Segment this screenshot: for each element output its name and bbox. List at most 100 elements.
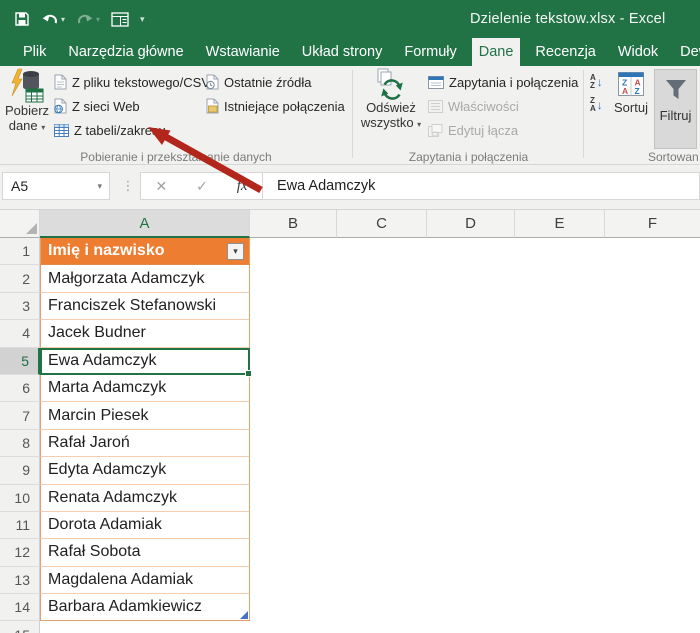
cell[interactable]: Dorota Adamiak xyxy=(40,512,250,539)
cell[interactable] xyxy=(40,621,250,633)
sort-descending-button[interactable]: ZA ↓ xyxy=(590,97,603,113)
cell[interactable]: Małgorzata Adamczyk xyxy=(40,265,250,292)
row-header[interactable]: 3 xyxy=(0,293,40,320)
save-button[interactable] xyxy=(14,11,30,27)
row-header[interactable]: 7 xyxy=(0,402,40,429)
formula-input[interactable]: Ewa Adamczyk xyxy=(263,172,700,200)
column-header-c[interactable]: C xyxy=(337,210,427,238)
name-box-caret-icon[interactable]: ▾ xyxy=(97,181,102,192)
cell[interactable]: Edyta Adamczyk xyxy=(40,457,250,484)
cell[interactable]: Jacek Budner xyxy=(40,320,250,347)
tab-uklad-strony[interactable]: Układ strony xyxy=(302,38,383,66)
form-icon xyxy=(111,12,129,27)
column-header-e[interactable]: E xyxy=(515,210,605,238)
row-header[interactable]: 14 xyxy=(0,594,40,621)
cell[interactable]: Marcin Piesek xyxy=(40,402,250,429)
group-separator xyxy=(352,70,353,158)
cell[interactable]: Rafał Jaroń xyxy=(40,430,250,457)
row-header[interactable]: 2 xyxy=(0,265,40,292)
cell-text: Ewa Adamczyk xyxy=(48,352,156,370)
formula-bar: A5 ▾ ⋮ ✕ ✓ fx Ewa Adamczyk xyxy=(0,165,700,210)
get-data-button[interactable]: Pobierz dane ▾ xyxy=(2,68,52,135)
funnel-icon xyxy=(663,78,689,102)
existing-connections-label: Istniejące połączenia xyxy=(224,99,345,114)
sort-button[interactable]: Z A A Z Sortuj xyxy=(610,72,652,115)
row-header[interactable]: 15 xyxy=(0,621,40,633)
cell[interactable]: Franciszek Stefanowski xyxy=(40,293,250,320)
row-header[interactable]: 9 xyxy=(0,457,40,484)
enter-icon[interactable]: ✓ xyxy=(196,178,208,195)
tab-dane[interactable]: Dane xyxy=(472,38,521,66)
active-cell[interactable]: Ewa Adamczyk xyxy=(40,348,250,375)
fill-handle[interactable] xyxy=(245,370,252,377)
cell[interactable]: Magdalena Adamiak xyxy=(40,567,250,594)
name-box[interactable]: A5 ▾ xyxy=(2,172,110,200)
undo-caret-icon[interactable]: ▾ xyxy=(61,15,65,24)
row-header[interactable]: 5 xyxy=(0,348,40,375)
form-view-button[interactable] xyxy=(111,12,129,27)
tab-wstawianie[interactable]: Wstawianie xyxy=(206,38,280,66)
tab-widok[interactable]: Widok xyxy=(618,38,658,66)
customize-qat-icon[interactable]: ▾ xyxy=(140,14,145,25)
queries-connections-button[interactable]: Zapytania i połączenia xyxy=(428,70,578,94)
name-box-value: A5 xyxy=(11,178,28,194)
column-header-b[interactable]: B xyxy=(250,210,337,238)
tab-formuly[interactable]: Formuły xyxy=(404,38,456,66)
column-header-a[interactable]: A xyxy=(40,210,250,238)
column-header-d[interactable]: D xyxy=(427,210,515,238)
existing-connections-icon xyxy=(206,98,219,114)
tab-plik[interactable]: Plik xyxy=(23,38,46,66)
cancel-icon[interactable]: ✕ xyxy=(155,178,167,195)
filter-button[interactable]: Filtruj xyxy=(654,69,697,149)
table-resize-handle[interactable] xyxy=(240,611,248,619)
recent-sources-icon xyxy=(206,74,219,90)
insert-function-icon[interactable]: fx xyxy=(237,178,248,195)
tab-narzedzia-glowne[interactable]: Narzędzia główne xyxy=(68,38,183,66)
select-all-triangle-icon xyxy=(26,223,37,234)
cell[interactable]: Renata Adamczyk xyxy=(40,485,250,512)
table-header-text: Imię i nazwisko xyxy=(48,242,164,260)
from-web-button[interactable]: Z sieci Web xyxy=(54,94,210,118)
tab-deweloper[interactable]: Deweloper xyxy=(680,38,700,66)
properties-icon xyxy=(428,100,443,113)
existing-connections-button[interactable]: Istniejące połączenia xyxy=(206,94,345,118)
refresh-all-button[interactable]: Odśwież wszystko ▾ xyxy=(358,68,424,132)
sort-az-icon: AZ xyxy=(590,74,596,90)
table-range-icon xyxy=(54,124,69,137)
refresh-all-label-line2: wszystko xyxy=(361,115,414,130)
cell[interactable]: Rafał Sobota xyxy=(40,539,250,566)
excel-window: ▾ ▾ ▾ Dzielenie tekstow.xlsx - Excel Pli… xyxy=(0,0,700,633)
row-header[interactable]: 8 xyxy=(0,430,40,457)
recent-sources-button[interactable]: Ostatnie źródła xyxy=(206,70,345,94)
table-row: 14Barbara Adamkiewicz xyxy=(0,594,700,621)
row-header[interactable]: 12 xyxy=(0,539,40,566)
row-header[interactable]: 1 xyxy=(0,238,40,265)
table-row: 2Małgorzata Adamczyk xyxy=(0,265,700,292)
sort-za-icon: ZA xyxy=(590,97,596,113)
table-header-cell[interactable]: Imię i nazwisko ▾ xyxy=(40,238,250,265)
table-row: 8Rafał Jaroń xyxy=(0,430,700,457)
queries-connections-label: Zapytania i połączenia xyxy=(449,75,578,90)
quick-access-toolbar: ▾ ▾ ▾ xyxy=(14,0,145,38)
select-all-corner[interactable] xyxy=(0,210,40,238)
cell[interactable]: Marta Adamczyk xyxy=(40,375,250,402)
row-header[interactable]: 10 xyxy=(0,485,40,512)
row-header[interactable]: 13 xyxy=(0,567,40,594)
table-row: 11Dorota Adamiak xyxy=(0,512,700,539)
from-table-range-button[interactable]: Z tabeli/zakresu xyxy=(54,118,210,142)
sort-ascending-button[interactable]: AZ ↓ xyxy=(590,74,603,90)
row-header[interactable]: 6 xyxy=(0,375,40,402)
row-header[interactable]: 11 xyxy=(0,512,40,539)
row-header[interactable]: 4 xyxy=(0,320,40,347)
from-text-csv-button[interactable]: Z pliku tekstowego/CSV xyxy=(54,70,210,94)
tab-recenzja[interactable]: Recenzja xyxy=(535,38,595,66)
ribbon-tab-bar: Plik Narzędzia główne Wstawianie Układ s… xyxy=(0,38,700,66)
column-header-f[interactable]: F xyxy=(605,210,700,238)
sort-label: Sortuj xyxy=(614,100,648,115)
column-filter-button[interactable]: ▾ xyxy=(227,243,244,260)
cell[interactable]: Barbara Adamkiewicz xyxy=(40,594,250,621)
sort-za-arrow-icon: ↓ xyxy=(597,99,603,111)
refresh-all-icon xyxy=(376,68,406,100)
from-table-range-label: Z tabeli/zakresu xyxy=(74,123,166,138)
undo-button[interactable]: ▾ xyxy=(41,11,65,27)
